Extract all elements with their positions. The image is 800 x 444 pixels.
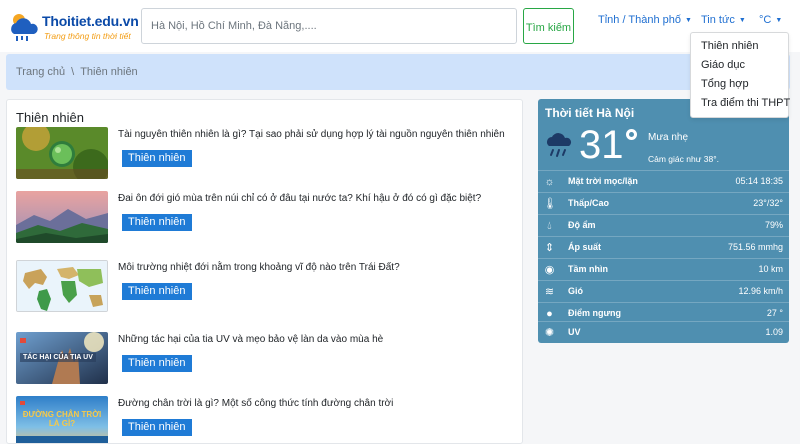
cloud-sun-logo-icon [11,14,38,41]
news-category-tag[interactable]: Thiên nhiên [122,214,192,231]
weather-row-value: 23°/32° [753,198,783,208]
dropdown-item-general[interactable]: Tổng hợp [691,75,788,94]
nav-unit-dropdown[interactable]: °C ▼ [759,14,782,26]
weather-row-label: Gió [568,286,583,296]
weather-description: Mưa nhẹ [648,132,689,143]
news-title[interactable]: Tài nguyên thiên nhiên là gì? Tại sao ph… [118,129,505,140]
degree-symbol-icon [626,129,637,140]
caret-down-icon: ▼ [775,17,783,24]
caret-down-icon: ▼ [738,17,746,24]
weather-row-label: Tầm nhìn [568,264,608,274]
thumbnail-caption: TÁC HẠI CỦA TIA UV [20,353,96,362]
eye-icon: ◉ [544,264,555,276]
nav-news-label: Tin tức [701,14,735,26]
breadcrumb-current: Thiên nhiên [80,66,138,78]
thumbnail-caption: ĐƯỜNG CHÂN TRỜI LÀ GÌ? [22,410,102,428]
weather-row-humidity: 💧︎ Độ ẩm 79% [538,214,789,236]
weather-row-sunrise: ☼ Mặt trời mọc/lặn 05:14 18:35 [538,170,789,192]
sun-icon: ☼ [544,176,555,188]
news-item[interactable]: TÁC HẠI CỦA TIA UV Những tác hại của tia… [16,332,516,390]
weather-row-value: 12.96 km/h [738,286,783,296]
weather-card-title[interactable]: Thời tiết Hà Nội [545,106,634,120]
weather-row-label: Mặt trời mọc/lặn [568,176,638,186]
weather-row-pressure: ⇕ Áp suất 751.56 mmhg [538,236,789,258]
news-thumbnail[interactable] [16,127,108,179]
news-thumbnail[interactable] [16,191,108,243]
news-title[interactable]: Đường chân trời là gì? Một số công thức … [118,398,393,409]
uv-icon: ✺ [544,327,555,339]
news-title[interactable]: Môi trường nhiệt đới nằm trong khoảng vĩ… [118,262,400,273]
search-input[interactable] [141,8,517,44]
news-thumbnail[interactable]: ĐƯỜNG CHÂN TRỜI LÀ GÌ? [16,396,108,443]
weather-row-value: 1.09 [765,327,783,337]
nav-province-dropdown[interactable]: Tỉnh / Thành phố ▼ [598,14,692,26]
weather-row-wind: ≋ Gió 12.96 km/h [538,280,789,302]
weather-row-uv: ✺ UV 1.09 [538,321,789,343]
dewpoint-icon: ● [546,308,553,320]
news-section-heading: Thiên nhiên [16,110,84,125]
news-title[interactable]: Những tác hại của tia UV và mẹo bảo vệ l… [118,334,383,345]
droplet-icon: 💧︎ [547,220,552,232]
pressure-icon: ⇕ [544,242,555,254]
nav-news-dropdown[interactable]: Tin tức ▼ [701,14,746,26]
breadcrumb: Trang chủ \ Thiên nhiên [6,54,790,90]
news-thumbnail[interactable] [16,260,108,312]
weather-row-value: 10 km [758,264,783,274]
news-category-tag[interactable]: Thiên nhiên [122,150,192,167]
news-dropdown-menu: Thiên nhiên Giáo dục Tổng hợp Tra điểm t… [690,32,790,118]
site-logo[interactable]: Thoitiet.edu.vn Trang thông tin thời tiế… [8,12,139,42]
current-temperature: 31 [579,123,624,167]
news-category-tag[interactable]: Thiên nhiên [122,283,192,300]
site-header: Thoitiet.edu.vn Trang thông tin thời tiế… [0,0,800,52]
weather-row-lowhigh: 🌡︎ Thấp/Cao 23°/32° [538,192,789,214]
logo-subtitle: Trang thông tin thời tiết [44,31,131,41]
weather-row-label: Điểm ngưng [568,308,622,318]
news-item[interactable]: Môi trường nhiệt đới nằm trong khoảng vĩ… [16,260,516,318]
weather-row-value: 27 ° [766,308,783,318]
news-item[interactable]: Đai ôn đới gió mùa trên núi chỉ có ở đâu… [16,191,516,249]
weather-card: Thời tiết Hà Nội 31 Mưa nhẹ Cảm giác như… [538,99,789,343]
news-list-panel: Thiên nhiên Tài nguyên thiên nhiên là gì… [6,99,523,444]
search-button[interactable]: Tìm kiếm [523,8,574,44]
news-thumbnail[interactable]: TÁC HẠI CỦA TIA UV [16,332,108,384]
weather-row-label: Áp suất [568,242,602,252]
news-category-tag[interactable]: Thiên nhiên [122,355,192,372]
weather-row-label: Thấp/Cao [568,198,610,208]
dropdown-item-nature[interactable]: Thiên nhiên [691,37,788,56]
weather-row-label: Độ ẩm [568,220,596,230]
breadcrumb-separator: \ [71,66,75,78]
logo-title: Thoitiet.edu.vn [42,13,139,29]
news-item[interactable]: ĐƯỜNG CHÂN TRỜI LÀ GÌ? Đường chân trời l… [16,396,516,443]
weather-row-value: 05:14 18:35 [735,176,783,186]
weather-row-value: 751.56 mmhg [727,242,783,252]
news-title[interactable]: Đai ôn đới gió mùa trên núi chỉ có ở đâu… [118,193,481,204]
nav-province-label: Tỉnh / Thành phố [598,14,681,26]
feels-like-text: Cảm giác như 38°. [648,154,719,164]
news-category-tag[interactable]: Thiên nhiên [122,419,192,436]
dropdown-item-education[interactable]: Giáo dục [691,56,788,75]
dropdown-item-exam-scores[interactable]: Tra điểm thi THPT [691,94,790,113]
rain-cloud-icon [547,133,572,157]
nav-unit-label: °C [759,14,772,26]
thermometer-icon: 🌡︎ [543,198,557,210]
weather-row-visibility: ◉ Tầm nhìn 10 km [538,258,789,280]
weather-row-value: 79% [764,220,783,230]
news-item[interactable]: Tài nguyên thiên nhiên là gì? Tại sao ph… [16,127,516,185]
breadcrumb-home[interactable]: Trang chủ [16,66,65,78]
weather-row-label: UV [568,327,581,337]
caret-down-icon: ▼ [684,17,692,24]
wind-icon: ≋ [544,286,555,298]
